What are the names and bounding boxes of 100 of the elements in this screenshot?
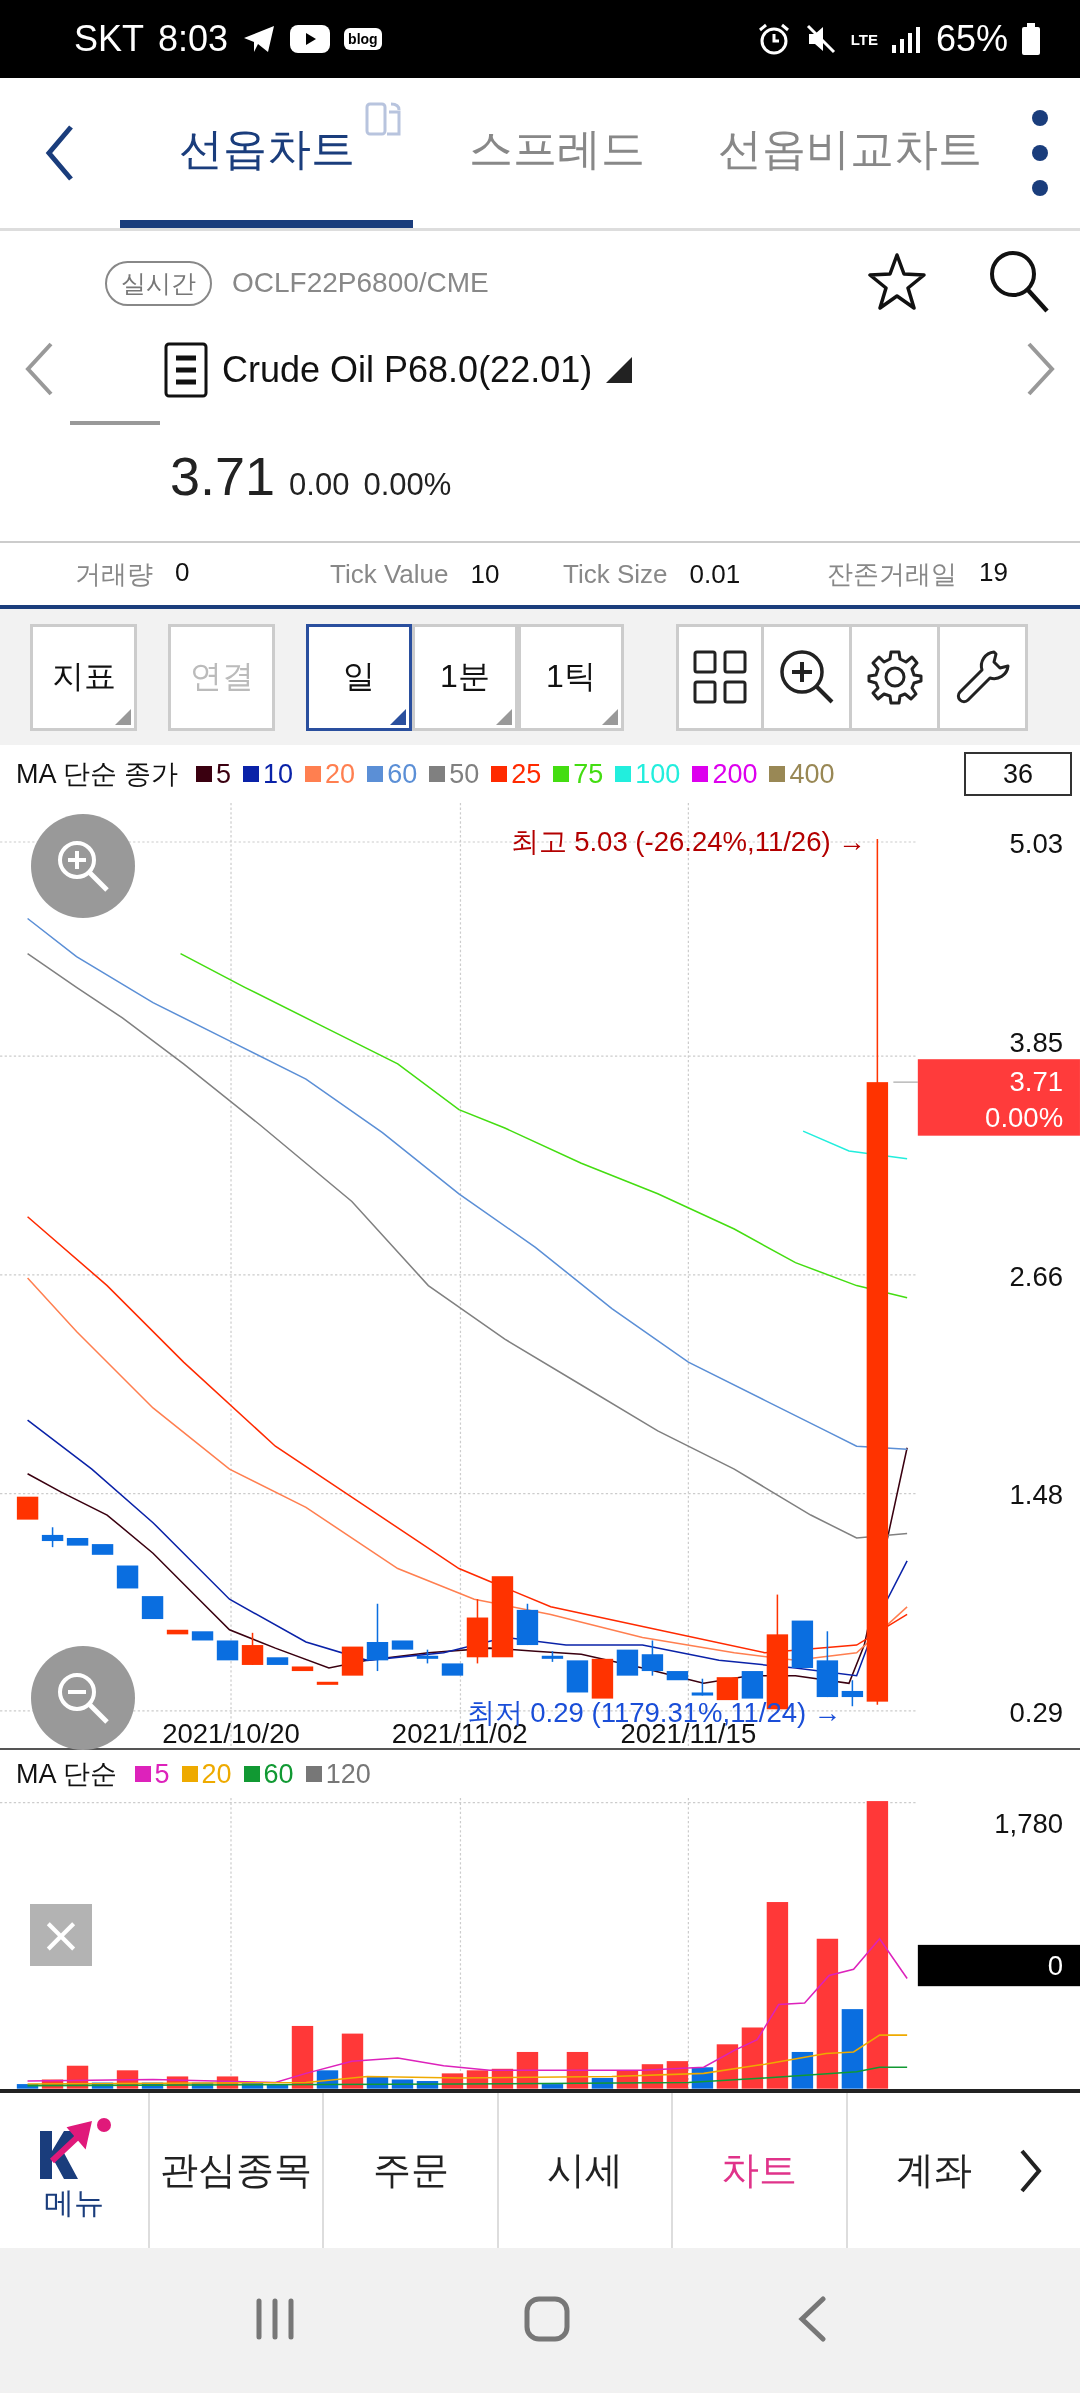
tab[interactable]: 선옵차트 (120, 78, 413, 228)
volume-bar (341, 2033, 364, 2089)
candlestick (816, 1630, 839, 1698)
volume-bar (591, 2077, 614, 2089)
legend-label: 5 (216, 758, 232, 790)
axis-label: 1,780 (994, 1808, 1064, 1840)
candlestick (291, 1666, 314, 1672)
period-count: 36 (964, 752, 1072, 796)
candlestick (616, 1649, 639, 1676)
tools-button[interactable] (940, 623, 1028, 731)
legend-label: 120 (325, 1758, 371, 1790)
period-button[interactable]: 1틱 (518, 623, 624, 731)
stat-label: 거래량 (75, 557, 153, 591)
battery-percent: 65% (935, 18, 1008, 60)
legend-label: 60 (387, 758, 418, 790)
zoom-out-icon (55, 1670, 111, 1726)
paper-plane-icon (242, 24, 277, 54)
indicator-button[interactable]: 지표 (30, 623, 137, 731)
candlestick (641, 1639, 664, 1677)
settings-button[interactable] (852, 623, 940, 731)
candlestick (91, 1544, 114, 1555)
stat-label: Tick Size (563, 558, 668, 590)
price-change: 0.00 (289, 467, 350, 503)
candlestick (466, 1598, 489, 1665)
realtime-badge: 실시간 (105, 260, 212, 306)
volume-bar (791, 2051, 814, 2089)
axis-label: 1.48 (1009, 1479, 1064, 1511)
phone-rotate-icon (365, 102, 403, 138)
document-icon (164, 342, 208, 398)
instrument-selector[interactable]: Crude Oil P68.0(22.01) (164, 342, 633, 398)
candlestick (166, 1629, 189, 1635)
high-price-note: 최고 5.03 (-26.24%,11/26) → (510, 826, 866, 858)
stat-value: 10 (470, 558, 500, 590)
candlestick (441, 1663, 464, 1676)
date-label: 2021/10/20 (162, 1717, 300, 1748)
legend-label: 5 (154, 1758, 170, 1790)
legend-label: 60 (263, 1758, 294, 1790)
alarm-icon (756, 22, 791, 56)
volume-bar (91, 2082, 114, 2089)
legend-label: 400 (789, 758, 835, 790)
zoom-button[interactable] (764, 623, 852, 731)
current-price: 3.71 (170, 445, 276, 507)
candlestick (66, 1538, 89, 1546)
kebab-menu-icon (1030, 108, 1050, 198)
candlestick (591, 1658, 614, 1699)
candlestick (366, 1603, 389, 1672)
candlestick (241, 1632, 264, 1666)
candlestick (391, 1640, 414, 1650)
legend-label: 100 (635, 758, 681, 790)
candlestick (316, 1681, 339, 1685)
layout-button[interactable] (676, 623, 764, 731)
signal-icon (891, 25, 922, 53)
legend-label: 10 (263, 758, 294, 790)
candlestick (566, 1660, 589, 1693)
volume-bar (666, 2061, 689, 2089)
candlestick (16, 1496, 39, 1520)
carrier-name: SKT (74, 18, 144, 60)
period-button[interactable]: 1분 (412, 623, 518, 731)
candlestick (341, 1646, 364, 1676)
network-label: LTE (850, 31, 878, 47)
menu-button[interactable]: 메뉴 (0, 2093, 148, 2248)
volume-bar (391, 2079, 414, 2089)
price-tag-value: 3.71 (1009, 1066, 1064, 1098)
candlestick (141, 1596, 164, 1620)
volume-bar (41, 2079, 64, 2089)
mute-icon (804, 23, 837, 55)
candlestick (41, 1526, 64, 1548)
stat-label: 잔존거래일 (827, 557, 957, 591)
candlestick (216, 1640, 239, 1661)
legend-title: MA 단순 (16, 1758, 117, 1791)
gear-icon (865, 648, 924, 706)
volume-bar (266, 2084, 289, 2089)
volume-bar (741, 2027, 764, 2089)
tab[interactable]: 선옵비교차트 (700, 78, 1000, 228)
axis-label: 2.66 (1009, 1260, 1064, 1292)
home-icon (523, 2295, 571, 2343)
chevron-left-icon (24, 341, 54, 396)
instrument-code: OCLF22P6800/CME (232, 267, 489, 299)
chevron-left-icon (797, 2296, 827, 2342)
volume-bar (416, 2081, 439, 2089)
candlestick (716, 1677, 739, 1701)
candlestick (841, 1679, 864, 1707)
axis-label: 3.85 (1009, 1026, 1064, 1058)
legend-title: MA 단순 종가 (16, 758, 178, 791)
candlestick (541, 1650, 564, 1663)
tab[interactable]: 스프레드 (413, 78, 700, 228)
period-button[interactable]: 일 (306, 623, 412, 731)
legend-label: 20 (201, 1758, 232, 1790)
value-tag-value: 0 (1047, 1950, 1064, 1982)
axis-label: 5.03 (1009, 827, 1064, 859)
battery-icon (1022, 23, 1040, 55)
candlestick (791, 1620, 814, 1668)
candlestick (516, 1603, 539, 1646)
legend-label: 75 (573, 758, 604, 790)
candlestick (666, 1671, 689, 1681)
legend-label: 25 (511, 758, 542, 790)
triangle-icon (606, 357, 633, 383)
legend-label: 50 (449, 758, 480, 790)
back-button[interactable] (797, 2296, 827, 2345)
axis-label: 0.29 (1009, 1696, 1064, 1728)
